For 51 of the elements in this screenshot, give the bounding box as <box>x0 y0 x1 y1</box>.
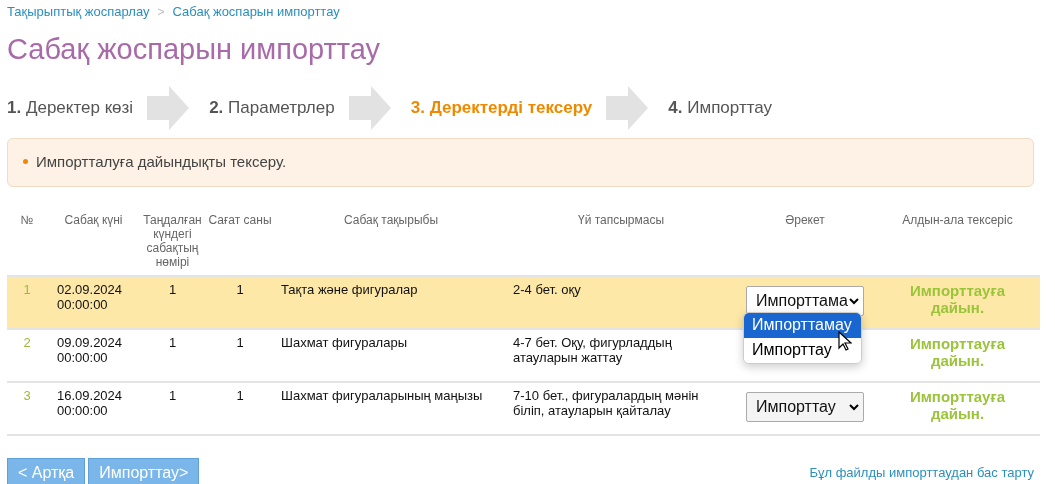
wizard-step: 2. Параметрлер <box>209 98 335 118</box>
table-cell: 16.09.2024 00:00:00 <box>57 388 123 418</box>
wizard-step: 3. Деректерді тексеру <box>410 98 593 118</box>
wizard-step: 4. Импорттау <box>668 98 773 118</box>
action-select[interactable]: Импорттау <box>746 392 864 422</box>
column-header: Алдын-ала тексеріс <box>875 207 1040 276</box>
table-cell: 1 <box>168 388 177 403</box>
column-header: Сабақ тақырыбы <box>275 207 507 276</box>
dropdown-option[interactable]: Импорттамау <box>744 313 861 338</box>
notice-text: Импортталуға дайындықты тексеру. <box>36 153 287 170</box>
column-header: Үй тапсырмасы <box>507 207 735 276</box>
breadcrumb-separator: > <box>157 4 165 19</box>
column-header: Сабақ күні <box>47 207 140 276</box>
step-arrow-icon <box>606 86 649 130</box>
table-cell: 1 <box>236 388 244 403</box>
cancel-link[interactable]: Бұл файлды импорттаудан бас тарту <box>809 465 1034 480</box>
breadcrumb-link[interactable]: Тақырыптық жоспарлау <box>7 4 150 19</box>
bullet-icon <box>23 159 28 164</box>
table-cell: 3 <box>23 388 31 403</box>
step-arrow-icon <box>348 86 391 130</box>
table-cell: Тақта және фигуралар <box>281 282 418 297</box>
table-cell: 7-10 бет., фигуралардың мәнін біліп, атауларын қайталау <box>513 388 699 418</box>
wizard-step: 1. Деректер көзі <box>7 98 134 118</box>
dropdown-option[interactable]: Импорттау <box>744 338 861 363</box>
table-cell: 02.09.2024 00:00:00 <box>57 282 123 312</box>
column-header: Таңдалған күндегі сабақтың нөмірі <box>140 207 205 276</box>
table-cell: 1 <box>236 335 244 350</box>
back-button[interactable]: < Артқа <box>7 458 86 484</box>
step-arrow-icon <box>147 86 190 130</box>
table-cell: 1 <box>168 335 177 350</box>
check-status: Импорттауға дайын. <box>908 388 1006 422</box>
breadcrumb-link[interactable]: Сабақ жоспарын импорттау <box>172 4 340 19</box>
column-header: № <box>7 207 47 276</box>
table-cell: 1 <box>236 282 244 297</box>
column-header: Сағат саны <box>205 207 275 276</box>
import-button[interactable]: Импорттау> <box>88 458 200 484</box>
check-status: Импорттауға дайын. <box>908 282 1006 316</box>
page-title: Сабақ жоспарын импорттау <box>7 33 382 66</box>
table-cell: 4-7 бет. Оқу, фигурладдың атауларын жаттау <box>513 335 672 365</box>
table-cell: Шахмат фигураларының маңызы <box>281 388 483 403</box>
caret-icon <box>849 297 859 305</box>
column-header: Әрекет <box>735 207 875 276</box>
mouse-cursor-icon <box>838 331 852 351</box>
table-cell: 1 <box>23 282 31 297</box>
caret-icon <box>849 403 859 411</box>
table-cell: Шахмат фигуралары <box>281 335 407 350</box>
table-cell: 2 <box>23 335 31 350</box>
table-cell: 1 <box>168 282 177 297</box>
table-cell: 09.09.2024 00:00:00 <box>57 335 123 365</box>
check-status: Импорттауға дайын. <box>908 335 1006 369</box>
table-cell: 2-4 бет. оқу <box>513 282 581 297</box>
